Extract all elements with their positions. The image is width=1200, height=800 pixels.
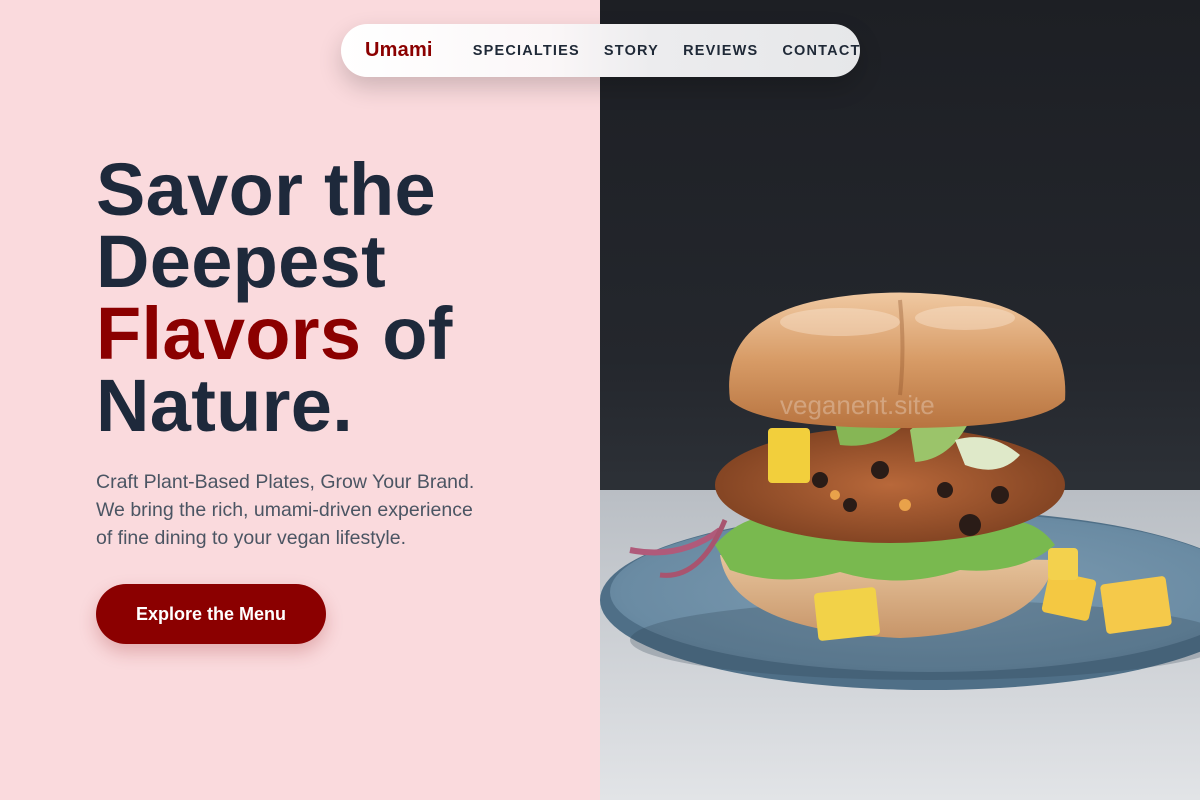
hero-subtitle-line-1: Craft Plant-Based Plates, Grow Your Bran… (96, 471, 475, 493)
hero-title-line-2: Deepest (96, 220, 387, 303)
page: Savor the Deepest Flavors of Nature. Cra… (0, 0, 1200, 800)
nav-link-reviews[interactable]: REVIEWS (683, 43, 758, 59)
hero-title-line-1: Savor the (96, 148, 436, 231)
nav-link-story[interactable]: STORY (604, 43, 659, 59)
hero-title: Savor the Deepest Flavors of Nature. (96, 153, 576, 443)
hero-title-line-3-rest: of (361, 292, 453, 375)
burger-photo: veganent.site (600, 0, 1200, 800)
top-navbar: Umami SPECIALTIES STORY REVIEWS CONTACT (341, 24, 860, 77)
explore-menu-button[interactable]: Explore the Menu (96, 584, 326, 644)
hero-subtitle-line-2: We bring the rich, umami-driven experien… (96, 499, 473, 521)
hero-title-accent: Flavors (96, 292, 362, 375)
image-watermark: veganent.site (780, 390, 935, 420)
hero-left-panel: Savor the Deepest Flavors of Nature. Cra… (0, 0, 600, 800)
nav-link-specialties[interactable]: SPECIALTIES (473, 43, 580, 59)
hero-subtitle-line-3: of fine dining to your vegan lifestyle. (96, 527, 407, 549)
hero-title-line-4: Nature. (96, 364, 354, 447)
hero-subtitle: Craft Plant-Based Plates, Grow Your Bran… (96, 468, 516, 552)
brand-logo[interactable]: Umami (365, 39, 433, 62)
nav-link-contact[interactable]: CONTACT (782, 43, 860, 59)
nav-links: SPECIALTIES STORY REVIEWS CONTACT (473, 43, 861, 59)
